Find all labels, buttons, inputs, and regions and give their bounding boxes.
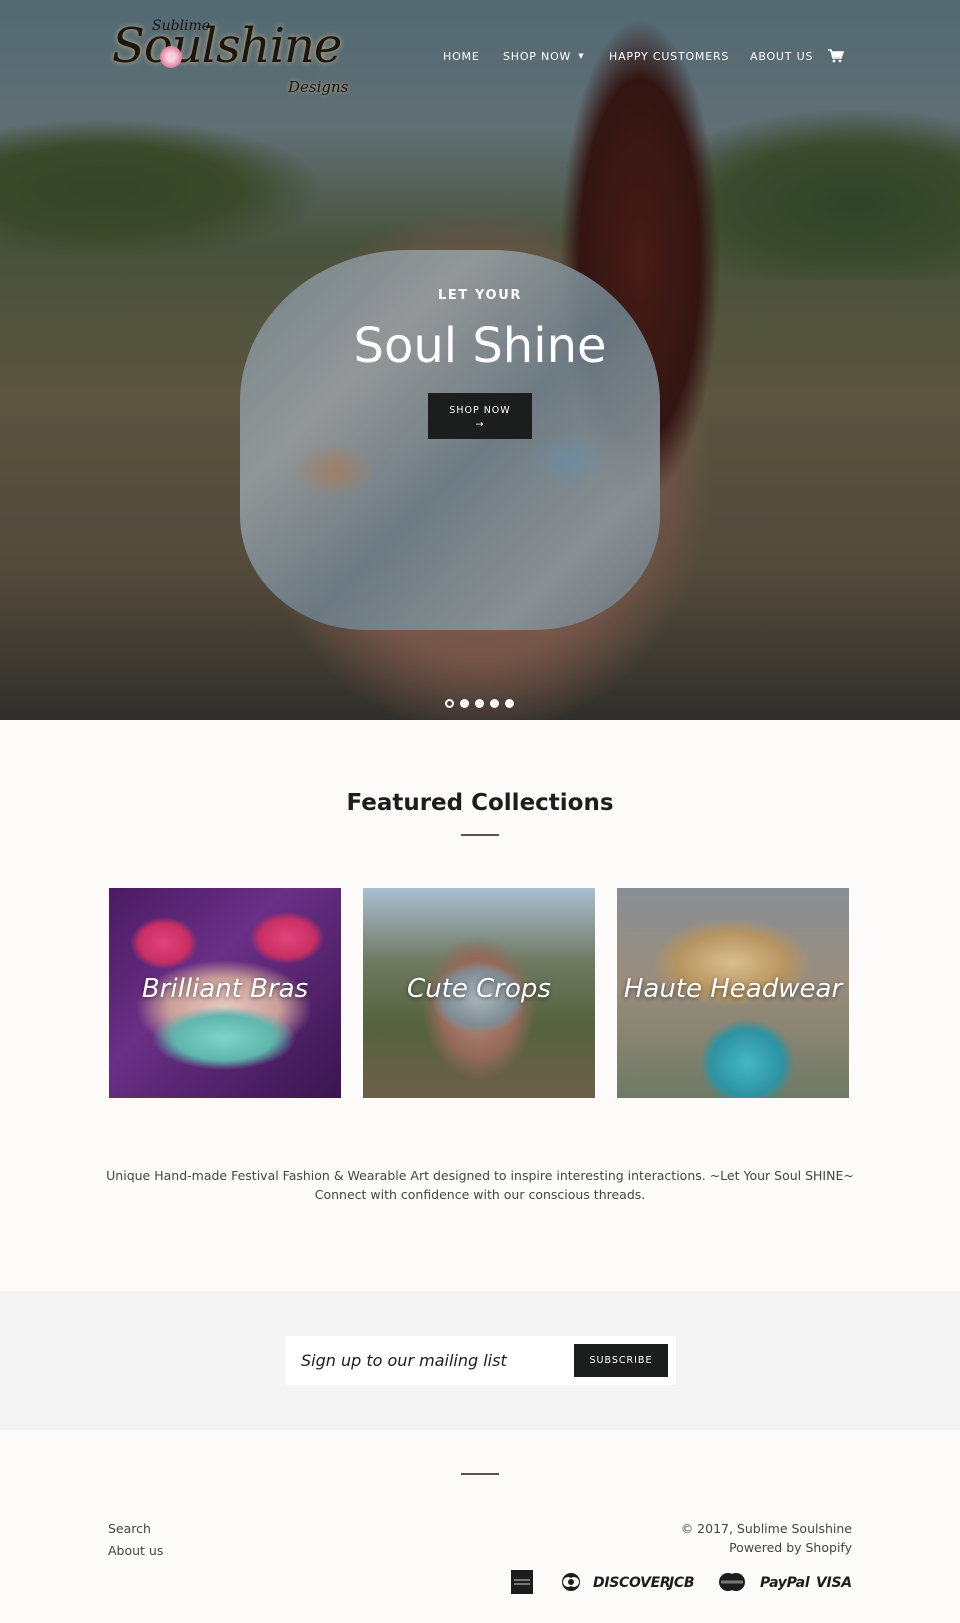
title-divider xyxy=(461,834,499,836)
store-description-line-2: Connect with confidence with our conscio… xyxy=(314,1187,646,1202)
jcb-icon: JCB xyxy=(669,1575,695,1591)
slide-dot-4[interactable] xyxy=(490,699,499,708)
logo-sub-text: Designs xyxy=(288,78,349,96)
nav-item-about-us[interactable]: ABOUT US xyxy=(750,50,813,63)
collection-label: Brilliant Bras xyxy=(141,974,309,1004)
store-description: Unique Hand-made Festival Fashion & Wear… xyxy=(0,1166,960,1204)
nav-item-home[interactable]: HOME xyxy=(443,50,480,63)
main-navigation: HOME SHOP NOW ▼ HAPPY CUSTOMERS ABOUT US xyxy=(0,48,960,70)
diners-club-icon xyxy=(562,1573,580,1591)
collection-label: Haute Headwear xyxy=(623,974,843,1004)
cart-icon[interactable] xyxy=(828,48,845,63)
footer-copyright: © 2017, Sublime Soulshine xyxy=(680,1521,852,1536)
mastercard-icon xyxy=(719,1573,745,1591)
slide-dot-1[interactable] xyxy=(445,699,454,708)
logo-small-text: Sublime xyxy=(152,18,211,34)
newsletter-form: SUBSCRIBE xyxy=(285,1336,676,1385)
collection-card-cute-crops[interactable]: Cute Crops xyxy=(363,888,595,1098)
footer-link-search[interactable]: Search xyxy=(108,1521,151,1536)
hero-eyebrow: LET YOUR xyxy=(438,288,522,303)
store-description-line-1: Unique Hand-made Festival Fashion & Wear… xyxy=(106,1168,854,1183)
featured-collections-title: Featured Collections xyxy=(346,790,614,816)
chevron-down-icon: ▼ xyxy=(578,52,585,60)
newsletter-section: SUBSCRIBE xyxy=(0,1291,960,1430)
footer-link-about-us[interactable]: About us xyxy=(108,1543,163,1558)
collection-card-brilliant-bras[interactable]: Brilliant Bras xyxy=(109,888,341,1098)
arrow-right-icon: → xyxy=(475,419,485,430)
american-express-icon xyxy=(511,1570,533,1594)
hero-headline: Soul Shine xyxy=(353,318,607,374)
slide-dot-3[interactable] xyxy=(475,699,484,708)
discover-icon: DISCOVER xyxy=(593,1575,671,1591)
footer-divider xyxy=(461,1473,499,1475)
visa-icon: VISA xyxy=(816,1575,852,1591)
hero-shop-now-button[interactable]: SHOP NOW → xyxy=(428,393,532,439)
nav-item-happy-customers[interactable]: HAPPY CUSTOMERS xyxy=(609,50,729,63)
subscribe-button[interactable]: SUBSCRIBE xyxy=(574,1344,668,1377)
collection-card-haute-headwear[interactable]: Haute Headwear xyxy=(617,888,849,1098)
nav-item-shop-now[interactable]: SHOP NOW ▼ xyxy=(503,50,584,63)
newsletter-email-input[interactable] xyxy=(301,1348,551,1372)
nav-item-shop-now-label: SHOP NOW xyxy=(503,50,572,63)
footer-powered-by[interactable]: Powered by Shopify xyxy=(729,1540,852,1555)
paypal-icon: PayPal xyxy=(760,1575,810,1591)
slide-dot-5[interactable] xyxy=(505,699,514,708)
slide-dot-2[interactable] xyxy=(460,699,469,708)
hero-button-label: SHOP NOW xyxy=(449,405,511,416)
collection-label: Cute Crops xyxy=(407,974,551,1004)
